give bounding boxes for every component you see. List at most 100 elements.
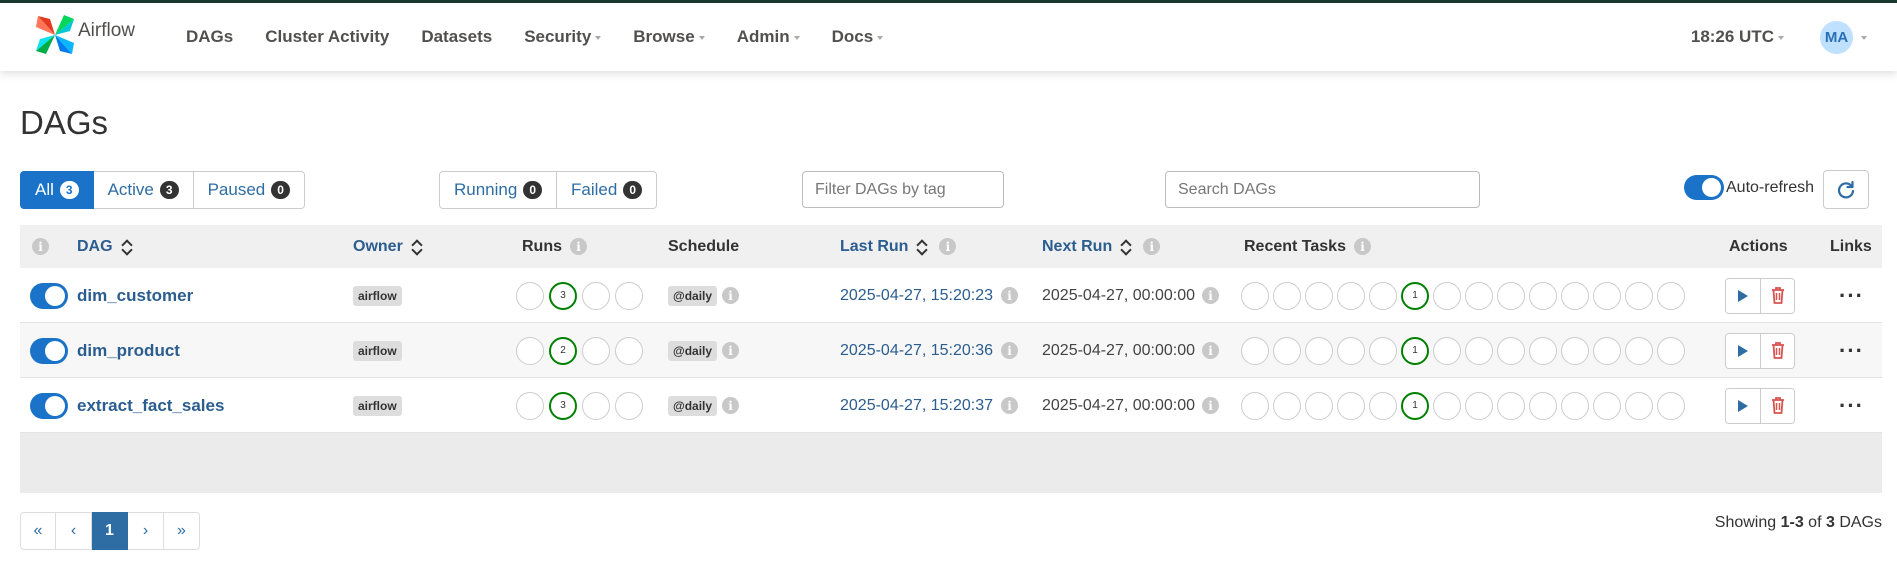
task-status-circle[interactable] [1465, 336, 1493, 365]
nav-browse[interactable]: Browse [633, 27, 705, 47]
task-status-circle[interactable] [1465, 281, 1493, 310]
task-status-circle[interactable] [1433, 336, 1461, 365]
nav-docs[interactable]: Docs [832, 27, 884, 47]
task-status-circle[interactable] [1593, 281, 1621, 310]
task-status-circle[interactable] [1369, 336, 1397, 365]
task-status-circle[interactable] [1305, 281, 1333, 310]
info-icon[interactable]: i [1202, 397, 1220, 414]
info-icon[interactable]: i [570, 238, 587, 255]
nav-cluster-activity[interactable]: Cluster Activity [265, 27, 389, 47]
auto-refresh-switch[interactable] [1684, 175, 1724, 200]
header-next-run[interactable]: Next Run i [1042, 225, 1161, 268]
delete-dag-button[interactable] [1760, 278, 1794, 313]
task-status-circle[interactable]: 1 [1401, 336, 1429, 365]
info-icon[interactable]: i [1353, 238, 1371, 255]
task-status-circle[interactable] [1305, 336, 1333, 365]
last-run-link[interactable]: 2025-04-27, 15:20:23 [840, 287, 993, 305]
more-links-icon[interactable]: ··· [1839, 284, 1864, 306]
brand[interactable]: Airflow [34, 13, 135, 57]
task-status-circle[interactable] [1625, 281, 1653, 310]
run-status-circle[interactable] [516, 391, 544, 420]
owner-tag[interactable]: airflow [353, 395, 402, 416]
task-status-circle[interactable] [1497, 281, 1525, 310]
dag-pause-toggle[interactable] [30, 392, 68, 419]
task-status-circle[interactable] [1657, 391, 1685, 420]
more-links-icon[interactable]: ··· [1839, 339, 1864, 361]
header-dag[interactable]: DAG [77, 225, 132, 268]
tag-filter-input[interactable] [802, 171, 1004, 208]
info-icon[interactable]: i [1001, 287, 1019, 304]
schedule-tag[interactable]: @daily [668, 285, 718, 306]
last-run-link[interactable]: 2025-04-27, 15:20:36 [840, 342, 993, 360]
delete-dag-button[interactable] [1760, 388, 1794, 423]
task-status-circle[interactable] [1625, 391, 1653, 420]
run-status-circle[interactable] [615, 281, 643, 310]
task-status-circle[interactable] [1305, 391, 1333, 420]
task-status-circle[interactable] [1369, 391, 1397, 420]
task-status-circle[interactable] [1497, 336, 1525, 365]
task-status-circle[interactable] [1529, 336, 1557, 365]
run-status-circle[interactable]: 3 [549, 391, 577, 420]
owner-tag[interactable]: airflow [353, 285, 402, 306]
task-status-circle[interactable] [1241, 336, 1269, 365]
info-icon[interactable]: i [1001, 397, 1019, 414]
utc-clock[interactable]: 18:26 UTC [1691, 27, 1784, 47]
user-avatar[interactable]: MA [1820, 20, 1853, 54]
task-status-circle[interactable] [1625, 336, 1653, 365]
task-status-circle[interactable] [1273, 336, 1301, 365]
info-icon[interactable]: i [722, 397, 740, 414]
task-status-circle[interactable] [1241, 281, 1269, 310]
schedule-tag[interactable]: @daily [668, 340, 718, 361]
header-last-run[interactable]: Last Run i [840, 225, 957, 268]
nav-admin[interactable]: Admin [737, 27, 800, 47]
task-status-circle[interactable] [1657, 281, 1685, 310]
task-status-circle[interactable] [1273, 391, 1301, 420]
run-status-circle[interactable] [582, 336, 610, 365]
task-status-circle[interactable] [1337, 336, 1365, 365]
task-status-circle[interactable]: 1 [1401, 281, 1429, 310]
more-links-icon[interactable]: ··· [1839, 394, 1864, 416]
task-status-circle[interactable] [1433, 391, 1461, 420]
header-owner[interactable]: Owner [353, 225, 422, 268]
filter-all-button[interactable]: All 3 [20, 171, 94, 209]
trigger-dag-button[interactable] [1726, 388, 1760, 423]
filter-failed-button[interactable]: Failed 0 [557, 171, 658, 209]
nav-datasets[interactable]: Datasets [421, 27, 492, 47]
task-status-circle[interactable] [1241, 391, 1269, 420]
run-status-circle[interactable] [516, 336, 544, 365]
trigger-dag-button[interactable] [1726, 333, 1760, 368]
info-icon[interactable]: i [32, 238, 49, 255]
task-status-circle[interactable] [1465, 391, 1493, 420]
dag-pause-toggle[interactable] [30, 337, 68, 364]
trigger-dag-button[interactable] [1726, 278, 1760, 313]
page-1-button[interactable]: 1 [92, 512, 128, 550]
run-status-circle[interactable] [615, 391, 643, 420]
filter-paused-button[interactable]: Paused 0 [193, 171, 305, 209]
task-status-circle[interactable] [1337, 391, 1365, 420]
prev-page-button[interactable]: ‹ [56, 512, 92, 550]
dag-link[interactable]: dim_product [77, 341, 180, 361]
run-status-circle[interactable] [615, 336, 643, 365]
last-page-button[interactable]: » [164, 512, 200, 550]
task-status-circle[interactable] [1369, 281, 1397, 310]
task-status-circle[interactable] [1433, 281, 1461, 310]
task-status-circle[interactable] [1593, 336, 1621, 365]
dag-link[interactable]: dim_customer [77, 286, 193, 306]
info-icon[interactable]: i [1001, 342, 1019, 359]
task-status-circle[interactable] [1561, 336, 1589, 365]
run-status-circle[interactable]: 2 [549, 336, 577, 365]
run-status-circle[interactable] [516, 281, 544, 310]
task-status-circle[interactable] [1561, 391, 1589, 420]
info-icon[interactable]: i [722, 342, 740, 359]
info-icon[interactable]: i [1202, 287, 1220, 304]
task-status-circle[interactable] [1593, 391, 1621, 420]
search-input[interactable] [1165, 171, 1480, 208]
delete-dag-button[interactable] [1760, 333, 1794, 368]
run-status-circle[interactable] [582, 281, 610, 310]
task-status-circle[interactable] [1273, 281, 1301, 310]
info-icon[interactable]: i [722, 287, 740, 304]
refresh-button[interactable] [1823, 170, 1869, 209]
first-page-button[interactable]: « [20, 512, 56, 550]
task-status-circle[interactable] [1561, 281, 1589, 310]
owner-tag[interactable]: airflow [353, 340, 402, 361]
